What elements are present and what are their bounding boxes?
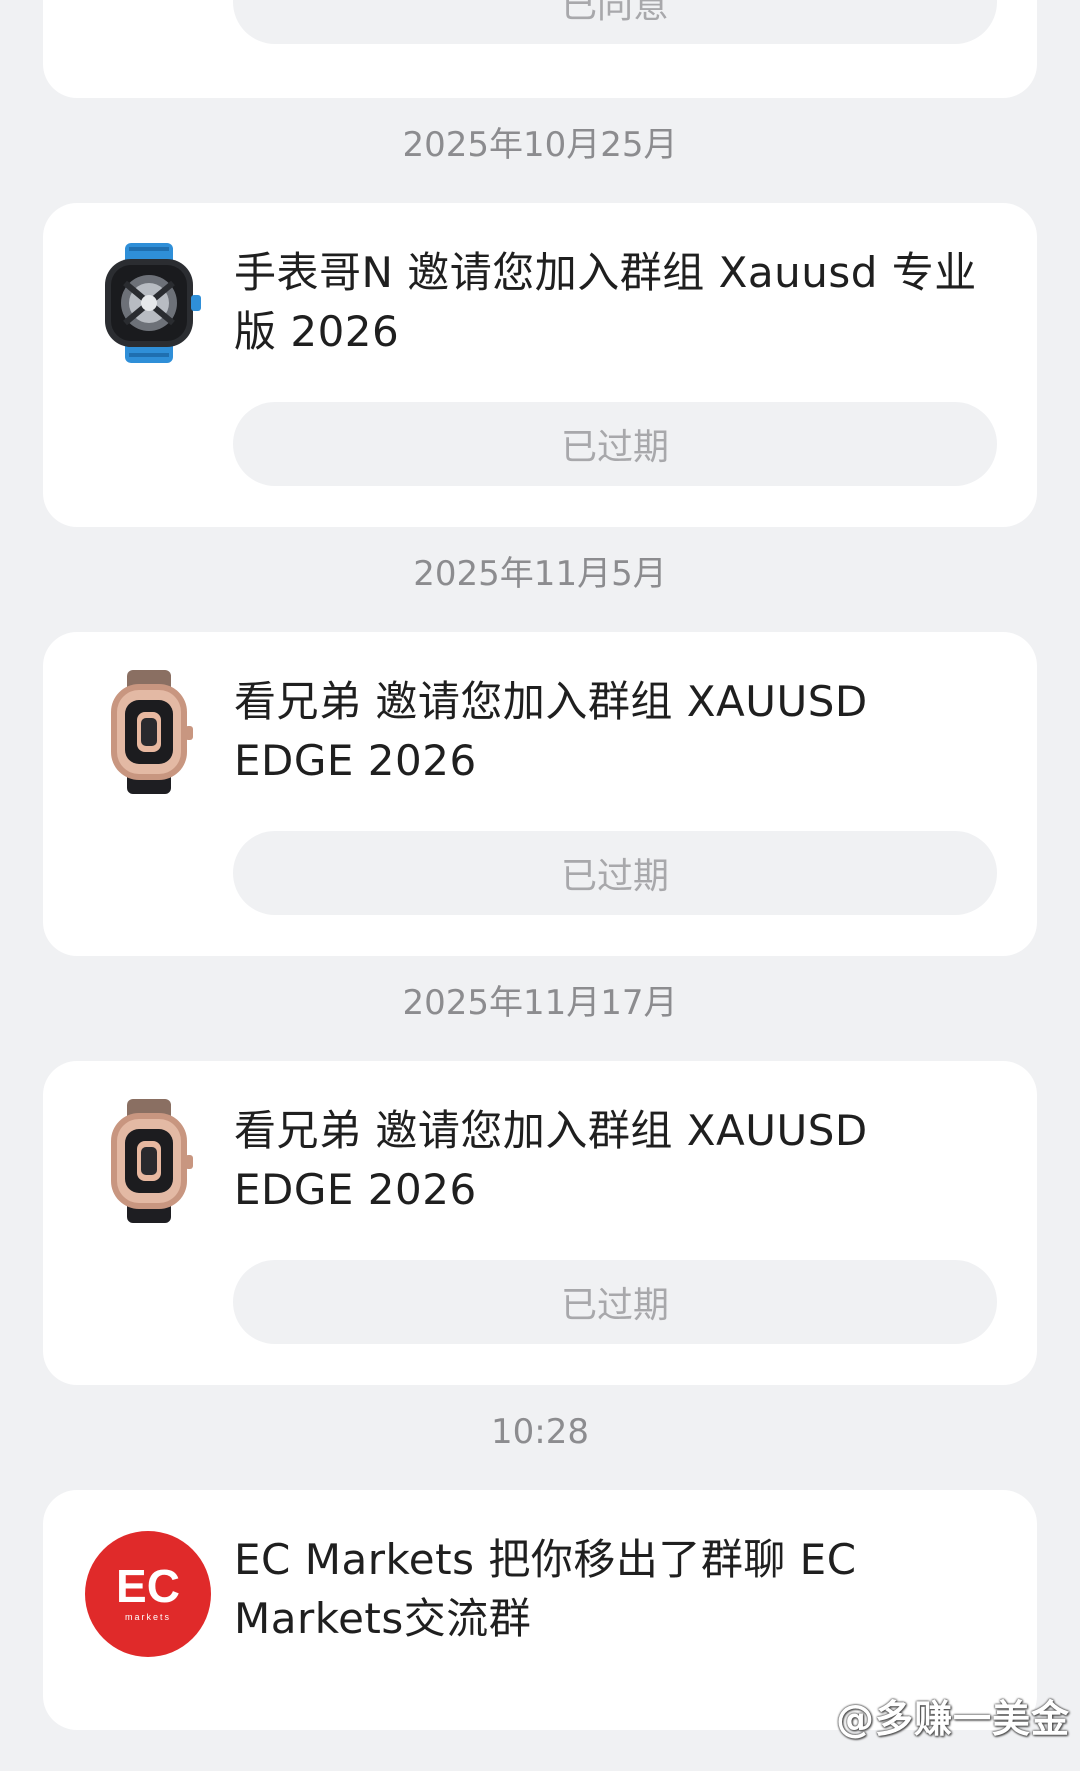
date-separator: 2025年11月17月 (402, 983, 678, 1023)
invite-message-text: 看兄弟 邀请您加入群组 XAUUSD EDGE 2026 (234, 1106, 868, 1214)
rose-gold-watch-avatar[interactable] (85, 668, 213, 796)
ec-markets-logo-avatar[interactable]: EC markets (84, 1530, 212, 1658)
group-invite-card[interactable]: 看兄弟 邀请您加入群组 XAUUSD EDGE 2026 已过期 (43, 1061, 1037, 1385)
watermark-text: @多赚一美金 (835, 1697, 1070, 1741)
time-separator: 10:28 (491, 1412, 589, 1452)
expired-status-button[interactable]: 已过期 (233, 831, 997, 915)
expired-status-button[interactable]: 已过期 (233, 402, 997, 486)
expired-status-button[interactable]: 已过期 (233, 1260, 997, 1344)
invite-message-text: 手表哥N 邀请您加入群组 Xauusd 专业版 2026 (234, 248, 977, 356)
rose-gold-watch-avatar[interactable] (85, 1097, 213, 1225)
date-separator: 2025年10月25月 (402, 125, 678, 165)
invite-message-text: 看兄弟 邀请您加入群组 XAUUSD EDGE 2026 (234, 677, 868, 785)
blue-skeleton-watch-avatar[interactable] (85, 239, 213, 367)
group-invite-card[interactable]: 看兄弟 邀请您加入群组 XAUUSD EDGE 2026 已过期 (43, 632, 1037, 956)
ec-logo-text: EC (116, 1560, 180, 1612)
group-invite-card[interactable]: 手表哥N 邀请您加入群组 Xauusd 专业版 2026 已过期 (43, 203, 1037, 527)
date-separator: 2025年11月5月 (413, 554, 667, 594)
ec-logo-subtext: markets (125, 1612, 171, 1622)
notification-card-accepted: 已同意 (43, 0, 1037, 98)
removal-message-text: EC Markets 把你移出了群聊 EC Markets交流群 (234, 1535, 857, 1643)
accepted-status-button[interactable]: 已同意 (233, 0, 997, 44)
